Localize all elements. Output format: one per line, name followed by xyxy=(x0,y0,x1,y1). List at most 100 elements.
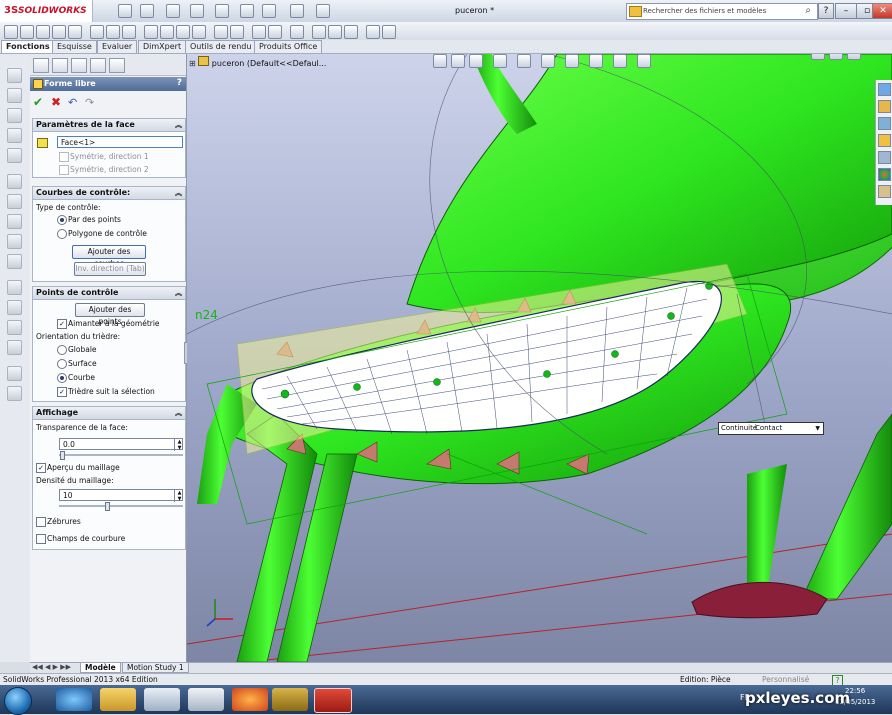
view-settings-icon[interactable] xyxy=(637,54,651,68)
continuity-dropdown[interactable]: Continuité Contact ▼ xyxy=(718,422,824,435)
global-radio[interactable] xyxy=(57,345,67,355)
undo-icon[interactable] xyxy=(215,4,229,18)
symmetry-dir1-checkbox[interactable] xyxy=(59,152,69,162)
tab-model[interactable]: Modèle xyxy=(80,663,121,673)
viewport-split-icon[interactable] xyxy=(811,54,825,60)
rib-icon[interactable] xyxy=(176,25,190,39)
custom-properties-icon[interactable] xyxy=(878,185,891,198)
internet-explorer-icon[interactable] xyxy=(56,688,92,711)
media-player-icon[interactable] xyxy=(144,688,180,711)
loft-icon[interactable] xyxy=(7,128,22,143)
section-header[interactable]: Courbes de contrôle: ︽ xyxy=(33,187,185,200)
help-button[interactable]: ? xyxy=(818,3,834,19)
tab-evaluer[interactable]: Evaluer xyxy=(97,40,138,53)
curves-icon[interactable] xyxy=(7,386,22,401)
mesh-preview-checkbox[interactable]: ✓ xyxy=(36,463,46,473)
calculator-icon[interactable] xyxy=(188,688,224,711)
chamfer-icon[interactable] xyxy=(7,194,22,209)
revolve-icon[interactable] xyxy=(7,88,22,103)
folder-icon[interactable] xyxy=(878,134,891,147)
invert-direction-button[interactable]: Inv. direction (Tab) xyxy=(74,262,146,276)
tab-scroll-icons[interactable]: ◀◀ ◀ ▶ ▶▶ xyxy=(32,663,71,671)
tab-fonctions[interactable]: Fonctions xyxy=(1,40,55,53)
sweep-icon[interactable] xyxy=(36,25,50,39)
select-icon[interactable] xyxy=(240,4,254,18)
pattern-icon[interactable] xyxy=(7,280,22,295)
extrude-icon[interactable] xyxy=(4,25,18,39)
boundary-icon[interactable] xyxy=(68,25,82,39)
revolve-icon[interactable] xyxy=(20,25,34,39)
expand-icon[interactable]: ⊞ xyxy=(189,59,196,68)
search-icon[interactable]: ⌕ xyxy=(805,5,811,16)
add-curves-button[interactable]: Ajouter des courbes xyxy=(72,245,146,268)
configuration-manager-icon[interactable] xyxy=(71,58,87,73)
tab-dimxpert[interactable]: DimXpert xyxy=(138,40,187,53)
transparency-slider-thumb[interactable] xyxy=(60,451,65,460)
view-orientation-icon[interactable] xyxy=(517,54,531,68)
firefox-icon[interactable] xyxy=(232,688,268,711)
transparency-spinner[interactable]: ▲ ▼ xyxy=(174,439,184,451)
ok-check-icon[interactable]: ✔ xyxy=(33,95,43,109)
section-header[interactable]: Paramètres de la face ︽ xyxy=(33,119,185,132)
add-points-button[interactable]: Ajouter des points xyxy=(75,303,145,326)
snap-geometry-checkbox[interactable]: ✓ xyxy=(57,319,67,329)
mesh-density-field[interactable]: 10 xyxy=(59,489,183,501)
new-document-icon[interactable] xyxy=(118,4,132,18)
previous-view-icon[interactable] xyxy=(469,54,483,68)
symmetry-dir2-checkbox[interactable] xyxy=(59,165,69,175)
property-manager-icon[interactable] xyxy=(52,58,68,73)
tab-outils-de-rendu[interactable]: Outils de rendu xyxy=(185,40,257,53)
feature-manager-icon[interactable] xyxy=(33,58,49,73)
zoom-fit-icon[interactable] xyxy=(433,54,447,68)
section-header[interactable]: Points de contrôle ︽ xyxy=(33,287,185,300)
curve-radio[interactable] xyxy=(57,373,67,383)
draft-icon[interactable] xyxy=(7,234,22,249)
shell-icon[interactable] xyxy=(7,254,22,269)
mirror-icon[interactable] xyxy=(230,25,244,39)
graphics-viewport[interactable]: n24 ⊞ puceron (Default<<Defaul... Contin… xyxy=(187,54,892,662)
print-icon[interactable] xyxy=(190,4,204,18)
boundary-icon[interactable] xyxy=(7,148,22,163)
mesh-density-spinner[interactable]: ▲ ▼ xyxy=(174,490,184,502)
hide-show-icon[interactable] xyxy=(565,54,579,68)
surface-icon[interactable] xyxy=(312,25,326,39)
surface-radio[interactable] xyxy=(57,359,67,369)
fillet-icon[interactable] xyxy=(7,174,22,189)
loft-icon[interactable] xyxy=(52,25,66,39)
help-icon[interactable]: ? xyxy=(177,78,182,88)
instant3d-icon[interactable] xyxy=(290,25,304,39)
deform-icon[interactable] xyxy=(382,25,396,39)
edit-appearance-icon[interactable] xyxy=(589,54,603,68)
design-library-icon[interactable] xyxy=(878,100,891,113)
save-icon[interactable] xyxy=(166,4,180,18)
options-icon[interactable] xyxy=(290,4,304,18)
resources-icon[interactable] xyxy=(878,83,891,96)
draft-icon[interactable] xyxy=(192,25,206,39)
minimize-button[interactable]: – xyxy=(835,3,857,19)
redo-icon[interactable]: ↷ xyxy=(85,96,94,109)
apply-scene-icon[interactable] xyxy=(613,54,627,68)
transparency-slider[interactable] xyxy=(59,454,183,456)
explorer-icon[interactable] xyxy=(100,688,136,711)
hole-wizard-icon[interactable] xyxy=(106,25,120,39)
app-icon[interactable] xyxy=(272,688,308,711)
solidworks-logo[interactable]: 3S SOLIDWORKS xyxy=(0,0,93,22)
appearances-icon[interactable] xyxy=(878,168,891,181)
freeform-icon[interactable] xyxy=(328,25,342,39)
open-icon[interactable] xyxy=(140,4,154,18)
wrap-icon[interactable] xyxy=(7,320,22,335)
zebra-checkbox[interactable] xyxy=(36,517,46,527)
tab-motion-study[interactable]: Motion Study 1 xyxy=(122,663,189,673)
sweep-icon[interactable] xyxy=(7,108,22,123)
rebuild-icon[interactable] xyxy=(262,4,276,18)
reference-geometry-icon[interactable] xyxy=(7,366,22,381)
dimxpert-manager-icon[interactable] xyxy=(90,58,106,73)
mesh-density-slider[interactable] xyxy=(59,505,183,507)
view-options-icon[interactable] xyxy=(316,4,330,18)
solidworks-taskbar-icon[interactable] xyxy=(314,688,352,713)
cancel-x-icon[interactable]: ✖ xyxy=(51,95,61,109)
display-manager-icon[interactable] xyxy=(109,58,125,73)
chevron-down-icon[interactable]: ▼ xyxy=(815,423,820,434)
section-header[interactable]: Affichage ︽ xyxy=(33,407,185,420)
viewport-maximize-icon[interactable] xyxy=(847,54,861,60)
